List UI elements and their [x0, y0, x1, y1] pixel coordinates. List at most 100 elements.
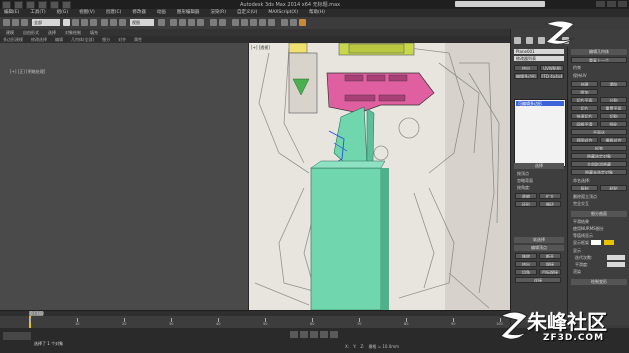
checkbox-by-vertex[interactable]: 按顶点 — [517, 171, 529, 177]
track-bar[interactable]: 0 10 20 30 40 50 60 70 80 90 100 — [0, 316, 510, 328]
modifier-list-dropdown[interactable]: 修改器列表 — [514, 56, 564, 61]
minimize-button[interactable] — [596, 1, 605, 7]
menu-edit[interactable]: 编辑(E) — [4, 9, 19, 17]
view-align-button[interactable]: 视图对齐 — [571, 137, 598, 143]
grid-align-button[interactable]: 栅格对齐 — [600, 137, 627, 143]
left-viewport[interactable]: [+] [正] [明暗处理] — [0, 43, 249, 310]
menu-modifiers[interactable]: 修改器 — [132, 9, 146, 17]
material-editor-icon[interactable] — [268, 19, 275, 26]
snap-icon[interactable] — [170, 19, 177, 26]
smooth-result-checkbox[interactable]: 平滑结果 — [573, 219, 589, 225]
soft-selection-rollout[interactable]: 软选择 — [514, 237, 564, 243]
app-menu-icon[interactable] — [2, 1, 11, 9]
panel-modify-selection[interactable]: 修改选择 — [31, 36, 47, 43]
search-input[interactable] — [455, 1, 545, 7]
tessellate-button[interactable]: 细化 — [600, 121, 627, 127]
use-nurms-checkbox[interactable]: 使用NURMS细分 — [573, 226, 604, 232]
cut-button[interactable]: 切割 — [600, 113, 627, 119]
goto-end-icon[interactable] — [330, 331, 338, 338]
tab-selection[interactable]: 选择 — [48, 29, 56, 36]
selection-rollout[interactable]: 选择 — [514, 163, 564, 169]
align-icon[interactable] — [219, 19, 226, 26]
render-setup-icon[interactable] — [281, 19, 288, 26]
menu-help[interactable]: 帮助(H) — [309, 9, 325, 17]
attach-button[interactable]: 附加 — [571, 89, 598, 95]
maxscript-listener[interactable] — [3, 332, 31, 340]
quickslice-button[interactable]: 快速切片 — [571, 113, 598, 119]
viewport-label-perspective[interactable]: [+] [透视] — [251, 45, 270, 51]
relax-button[interactable]: 松弛 — [571, 145, 627, 151]
pivot-icon[interactable] — [158, 19, 165, 26]
meshsmooth-button[interactable]: 网格平滑 — [571, 121, 598, 127]
menu-views[interactable]: 视图(V) — [79, 9, 95, 17]
delete-isolated-checkbox[interactable]: 删除孤立顶点 — [573, 194, 597, 200]
loop-button[interactable]: 循环 — [539, 201, 561, 207]
menu-tools[interactable]: 工具(T) — [30, 9, 45, 17]
smoothness-spinner[interactable] — [607, 262, 625, 267]
rotate-icon[interactable] — [110, 19, 117, 26]
close-button[interactable] — [618, 1, 627, 7]
curve-editor-icon[interactable] — [250, 19, 257, 26]
rendered-frame-icon[interactable] — [290, 19, 297, 26]
extrude-button[interactable]: 挤出 — [515, 261, 537, 267]
op-extrude-button[interactable]: 挤出 — [514, 65, 538, 71]
menu-create[interactable]: 创建(C) — [106, 9, 122, 17]
viewport-label[interactable]: [+] [正] [明暗处理] — [10, 69, 45, 75]
angle-snap-icon[interactable] — [179, 19, 186, 26]
chamfer-button[interactable]: 切角 — [515, 269, 537, 275]
panel-edit[interactable]: 编辑 — [55, 36, 63, 43]
iterations-spinner[interactable] — [607, 255, 625, 260]
remove-button[interactable]: 移除 — [515, 253, 537, 259]
target-weld-button[interactable]: 目标焊接 — [539, 269, 561, 275]
make-planar-button[interactable]: 平面化 — [571, 129, 627, 135]
goto-start-icon[interactable] — [290, 331, 298, 338]
menu-graph-editors[interactable]: 图形编辑器 — [177, 9, 200, 17]
create-button[interactable]: 创建 — [571, 81, 598, 87]
break-button[interactable]: 断开 — [539, 253, 561, 259]
scale-icon[interactable] — [119, 19, 126, 26]
select-object-icon[interactable] — [63, 19, 70, 26]
save-file-icon[interactable] — [38, 1, 47, 9]
spinner-snap-icon[interactable] — [197, 19, 204, 26]
grow-button[interactable]: 扩大 — [539, 193, 561, 199]
show-cage-checkbox[interactable]: 显示框架 — [573, 240, 589, 246]
prev-frame-icon[interactable] — [300, 331, 308, 338]
open-file-icon[interactable] — [26, 1, 35, 9]
percent-snap-icon[interactable] — [188, 19, 195, 26]
weld-button[interactable]: 焊接 — [539, 261, 561, 267]
select-by-name-icon[interactable] — [72, 19, 79, 26]
bind-icon[interactable] — [21, 19, 28, 26]
panel-align[interactable]: 对齐 — [118, 36, 126, 43]
op-edit-poly-button[interactable]: 编辑多边形 — [514, 73, 538, 79]
op-uvw-button[interactable]: UVW贴图 — [540, 65, 564, 71]
undo-icon[interactable] — [50, 1, 59, 9]
redo-icon[interactable] — [62, 1, 71, 9]
shrink-button[interactable]: 收缩 — [515, 193, 537, 199]
perspective-viewport[interactable]: [+] [透视] — [249, 43, 510, 310]
collapse-button[interactable]: 塌陷 — [600, 81, 627, 87]
menu-group[interactable]: 组(G) — [57, 9, 69, 17]
coord-x-label[interactable]: X: — [345, 344, 349, 350]
window-crossing-icon[interactable] — [90, 19, 97, 26]
menu-customize[interactable]: 自定义(U) — [237, 9, 257, 17]
paint-deformation-rollout[interactable]: 绘制变形 — [571, 279, 627, 285]
unhide-all-button[interactable]: 全部取消隐藏 — [571, 161, 627, 167]
full-interactivity-checkbox[interactable]: 完全交互 — [573, 201, 589, 207]
link-icon[interactable] — [3, 19, 10, 26]
cage-color-2[interactable] — [604, 240, 614, 245]
isoline-display-checkbox[interactable]: 等值线显示 — [573, 233, 593, 239]
menu-rendering[interactable]: 渲染(R) — [210, 9, 226, 17]
hide-unselected-button[interactable]: 隐藏未选定对象 — [571, 169, 627, 175]
preserve-uv-checkbox[interactable]: 保持UV — [573, 73, 587, 79]
op-ffd-button[interactable]: FFD 4x4x4 — [540, 73, 564, 79]
hide-selected-button[interactable]: 隐藏选定对象 — [571, 153, 627, 159]
render-icon[interactable] — [299, 19, 306, 26]
checkbox-ignore-backfacing[interactable]: 忽略背面 — [517, 178, 533, 184]
unlink-icon[interactable] — [12, 19, 19, 26]
subdivision-surface-rollout[interactable]: 细分曲面 — [571, 211, 627, 217]
selection-filter-dropdown[interactable]: 全部 — [32, 19, 60, 26]
menu-animation[interactable]: 动画 — [157, 9, 166, 17]
connect-button[interactable]: 连接 — [515, 277, 561, 283]
split-button[interactable]: 分割 — [600, 97, 627, 103]
panel-geometry[interactable]: 几何体(全部) — [71, 36, 94, 43]
